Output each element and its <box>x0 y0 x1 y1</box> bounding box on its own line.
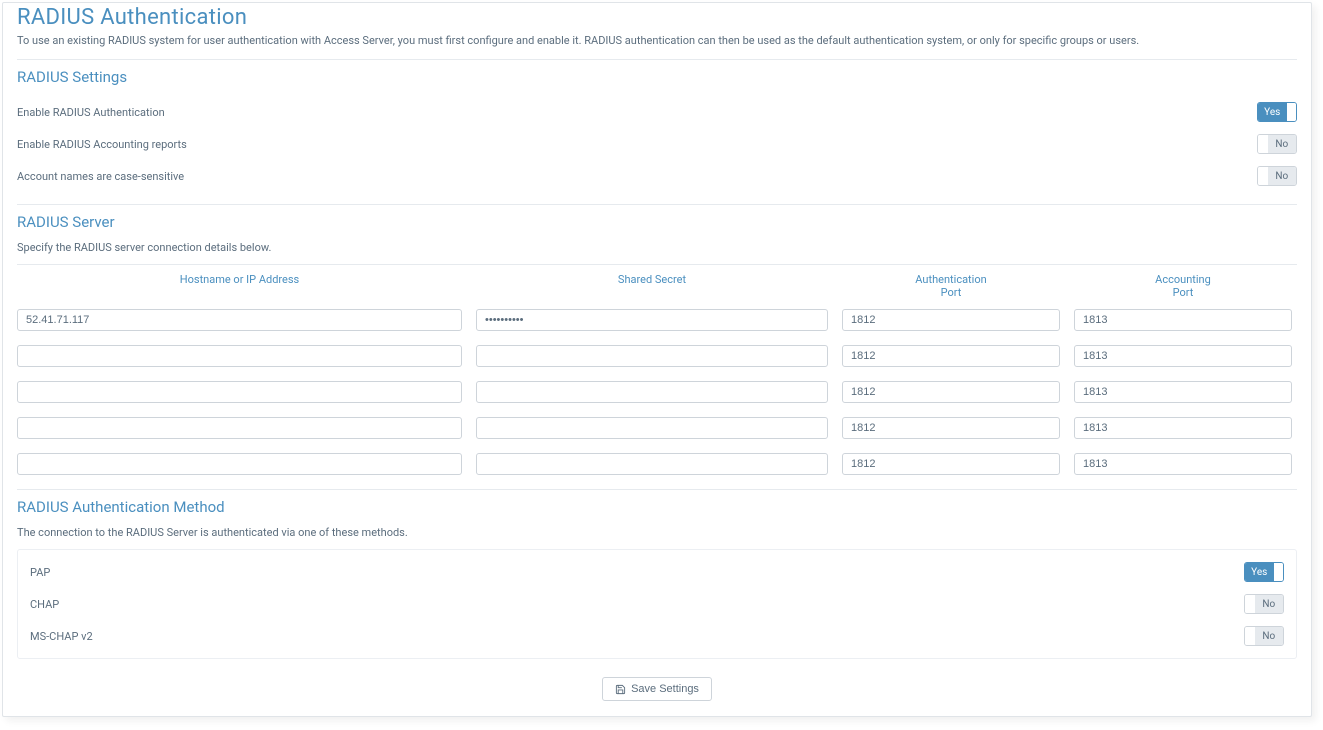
shared-secret-input[interactable] <box>476 309 828 331</box>
divider <box>17 204 1297 205</box>
auth-port-input[interactable] <box>842 453 1060 475</box>
auth-port-input[interactable] <box>842 309 1060 331</box>
server-row <box>17 309 1297 331</box>
shared-secret-input[interactable] <box>476 453 828 475</box>
main-panel: RADIUS Authentication To use an existing… <box>2 2 1312 717</box>
server-rows <box>17 309 1297 475</box>
server-row <box>17 453 1297 475</box>
shared-secret-input[interactable] <box>476 381 828 403</box>
header-secret: Shared Secret <box>476 273 828 299</box>
auth-port-input[interactable] <box>842 381 1060 403</box>
hostname-input[interactable] <box>17 417 462 439</box>
method-label: MS-CHAP v2 <box>30 630 93 643</box>
toggle-value: Yes <box>1245 563 1274 581</box>
toggle-mschap[interactable]: No <box>1244 626 1284 646</box>
method-label: PAP <box>30 566 50 579</box>
server-row <box>17 345 1297 367</box>
toggle-pap[interactable]: Yes <box>1244 562 1284 582</box>
save-icon <box>615 684 626 695</box>
save-button[interactable]: Save Settings <box>602 677 712 701</box>
auth-port-input[interactable] <box>842 417 1060 439</box>
settings-title: RADIUS Settings <box>17 68 1297 86</box>
server-row <box>17 381 1297 403</box>
acct-port-input[interactable] <box>1074 381 1292 403</box>
setting-label: Enable RADIUS Accounting reports <box>17 138 187 151</box>
header-auth-port: Authentication Port <box>842 273 1060 299</box>
method-label: CHAP <box>30 598 59 611</box>
hostname-input[interactable] <box>17 381 462 403</box>
hostname-input[interactable] <box>17 345 462 367</box>
setting-label: Enable RADIUS Authentication <box>17 106 165 119</box>
acct-port-input[interactable] <box>1074 453 1292 475</box>
page-description: To use an existing RADIUS system for use… <box>17 34 1297 47</box>
shared-secret-input[interactable] <box>476 345 828 367</box>
method-chap: CHAP No <box>30 588 1284 620</box>
toggle-case-sensitive[interactable]: No <box>1257 166 1297 186</box>
toggle-value: No <box>1255 595 1284 613</box>
method-card: PAP Yes CHAP No MS-CHAP v2 No <box>17 549 1297 659</box>
shared-secret-input[interactable] <box>476 417 828 439</box>
hostname-input[interactable] <box>17 453 462 475</box>
acct-port-input[interactable] <box>1074 345 1292 367</box>
toggle-value: No <box>1255 627 1284 645</box>
divider <box>17 59 1297 60</box>
method-pap: PAP Yes <box>30 556 1284 588</box>
divider <box>17 489 1297 490</box>
save-button-label: Save Settings <box>631 683 699 695</box>
toggle-enable-accounting[interactable]: No <box>1257 134 1297 154</box>
toggle-enable-radius[interactable]: Yes <box>1257 102 1297 122</box>
server-row <box>17 417 1297 439</box>
setting-case-sensitive: Account names are case-sensitive No <box>17 160 1297 192</box>
setting-enable-accounting: Enable RADIUS Accounting reports No <box>17 128 1297 160</box>
header-hostname: Hostname or IP Address <box>17 273 462 299</box>
divider <box>17 264 1297 265</box>
toggle-chap[interactable]: No <box>1244 594 1284 614</box>
server-title: RADIUS Server <box>17 213 1297 231</box>
footer: Save Settings <box>17 677 1297 701</box>
hostname-input[interactable] <box>17 309 462 331</box>
method-mschap: MS-CHAP v2 No <box>30 620 1284 652</box>
setting-enable-radius: Enable RADIUS Authentication Yes <box>17 96 1297 128</box>
toggle-value: Yes <box>1258 103 1287 121</box>
toggle-value: No <box>1268 167 1297 185</box>
server-description: Specify the RADIUS server connection det… <box>17 241 1297 254</box>
acct-port-input[interactable] <box>1074 417 1292 439</box>
setting-label: Account names are case-sensitive <box>17 170 184 183</box>
method-title: RADIUS Authentication Method <box>17 498 1297 516</box>
server-table-headers: Hostname or IP Address Shared Secret Aut… <box>17 273 1297 299</box>
auth-port-input[interactable] <box>842 345 1060 367</box>
method-description: The connection to the RADIUS Server is a… <box>17 526 1297 539</box>
page-title: RADIUS Authentication <box>17 5 1297 30</box>
acct-port-input[interactable] <box>1074 309 1292 331</box>
header-acct-port: Accounting Port <box>1074 273 1292 299</box>
toggle-value: No <box>1268 135 1297 153</box>
